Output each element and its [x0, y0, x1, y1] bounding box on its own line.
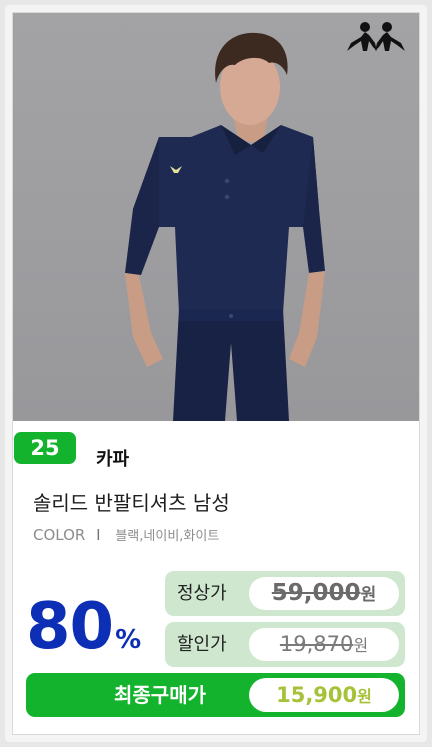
sale-price-row: 할인가 19,870원 — [165, 622, 405, 667]
sale-price-label: 할인가 — [177, 634, 227, 655]
discount-value: 80 — [26, 590, 114, 664]
color-options: COLOR I 블랙,네이비,화이트 — [33, 525, 219, 544]
color-values: 블랙,네이비,화이트 — [115, 529, 220, 544]
final-price-value: 15,900 — [276, 683, 358, 707]
product-title[interactable]: 솔리드 반팔티셔츠 남성 — [33, 487, 230, 516]
model-illustration — [125, 32, 325, 421]
sale-price-box: 19,870원 — [249, 628, 399, 661]
discount-unit: % — [115, 625, 142, 655]
final-price-label: 최종구매가 — [114, 683, 206, 707]
currency-unit: 원 — [357, 687, 372, 706]
regular-price-row: 정상가 59,000원 — [165, 571, 405, 616]
regular-price-box: 59,000원 — [249, 577, 399, 610]
regular-price-value: 59,000 — [271, 580, 361, 606]
kappa-logo — [347, 22, 405, 51]
final-price-bar[interactable]: 최종구매가 15,900원 — [26, 673, 405, 717]
color-label: COLOR — [33, 526, 86, 544]
final-price-box: 15,900원 — [249, 678, 399, 712]
color-separator: I — [96, 526, 101, 544]
currency-unit: 원 — [360, 585, 377, 605]
product-photo[interactable] — [13, 13, 419, 421]
discount-rate: 80% — [26, 590, 141, 664]
rank-badge: 25 — [14, 432, 76, 464]
brand-name[interactable]: 카파 — [96, 445, 129, 471]
currency-unit: 원 — [353, 636, 369, 655]
sale-price-value: 19,870 — [279, 632, 354, 656]
regular-price-label: 정상가 — [177, 583, 227, 604]
